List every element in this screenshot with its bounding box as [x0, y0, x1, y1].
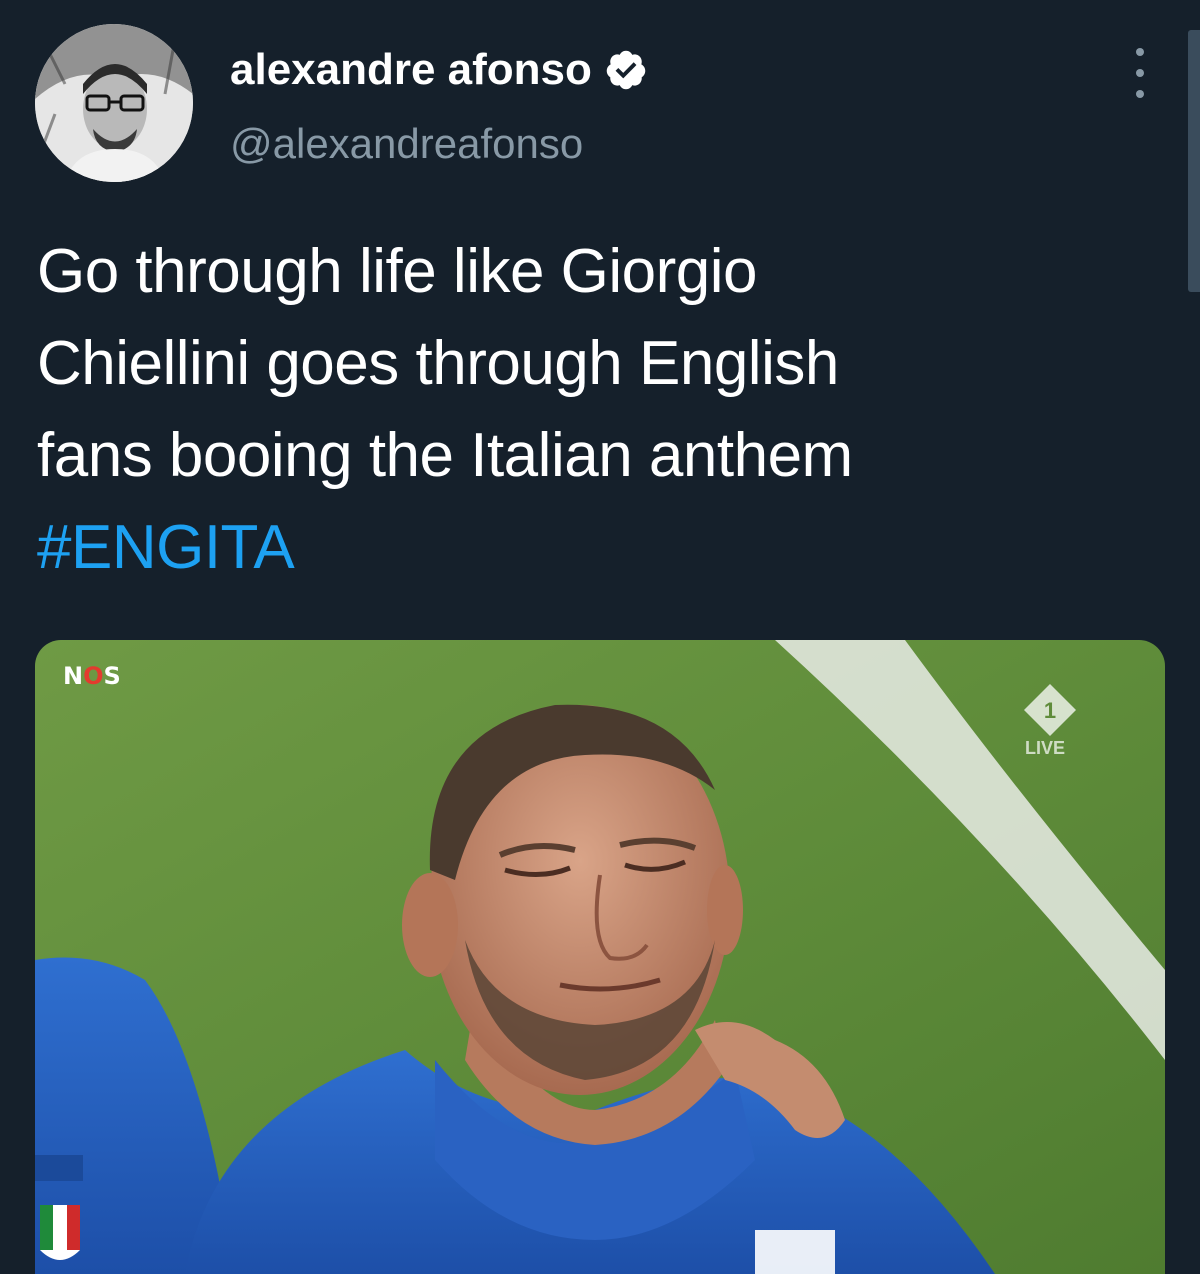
verified-badge-icon — [606, 50, 646, 90]
tweet-text-line: Go through life like Giorgio — [37, 237, 758, 306]
team-crest — [755, 1230, 835, 1274]
avatar[interactable] — [35, 24, 193, 182]
author-name[interactable]: alexandre afonso — [230, 43, 592, 97]
more-options-icon-dot — [1136, 69, 1144, 77]
scrollbar[interactable] — [1188, 30, 1200, 292]
more-options-icon — [1136, 48, 1144, 56]
author-handle[interactable]: @alexandreafonso — [230, 118, 583, 170]
npo1-logo: 1 — [1024, 684, 1076, 736]
avatar-image — [35, 24, 193, 182]
more-options-button[interactable] — [1120, 48, 1160, 98]
live-label: LIVE — [1025, 738, 1066, 758]
match-photo — [35, 640, 1165, 1274]
tweet-text-line: fans booing the Italian anthem — [37, 421, 853, 490]
nos-logo: NOS — [63, 662, 121, 690]
tweet-text-line: Chiellini goes through English — [37, 329, 839, 398]
author-name-row[interactable]: alexandre afonso — [230, 43, 648, 97]
more-options-icon-dot — [1136, 90, 1144, 98]
tweet-media-image[interactable]: NOS 1 LIVE — [35, 640, 1165, 1274]
tweet-text: Go through life like Giorgio Chiellini g… — [37, 226, 1157, 594]
svg-text:1: 1 — [1044, 698, 1056, 723]
hashtag-link[interactable]: #ENGITA — [37, 502, 1157, 594]
